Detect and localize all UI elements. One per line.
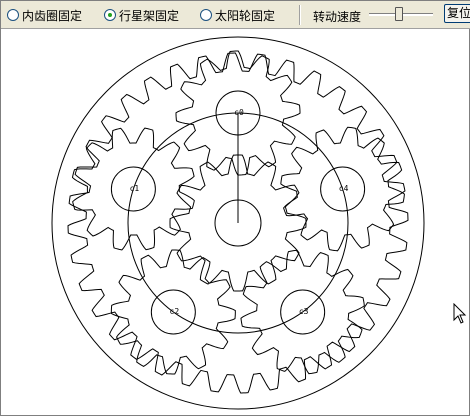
radio-carrier-fixed[interactable]: 行星架固定 [104, 8, 180, 23]
radio-carrier-fixed-label: 行星架固定 [119, 8, 180, 23]
gear-canvas: c0 c1 c4 c2 c3 [51, 36, 425, 410]
radio-ring-fixed-label: 内齿圈固定 [22, 8, 83, 23]
speed-slider[interactable] [369, 7, 433, 21]
app-window: 内齿圈固定 行星架固定 太阳轮固定 转动速度 复位 c0 c1 c4 c2 c3 [0, 0, 470, 416]
toolbar: 内齿圈固定 行星架固定 太阳轮固定 转动速度 复位 [1, 1, 470, 29]
radio-sun-fixed-label: 太阳轮固定 [215, 8, 276, 23]
reset-button[interactable]: 复位 [444, 4, 470, 23]
planet-label-c0: c0 [234, 108, 244, 117]
planet-label-c1: c1 [130, 184, 140, 193]
mouse-pointer-icon [453, 303, 467, 324]
planet-label-c4: c4 [339, 184, 349, 193]
toolbar-separator [299, 5, 301, 25]
radio-ring-fixed[interactable]: 内齿圈固定 [7, 8, 83, 23]
radio-sun-fixed[interactable]: 太阳轮固定 [200, 8, 276, 23]
planet-label-c2: c2 [170, 307, 180, 316]
radio-sun-fixed-circle[interactable] [200, 9, 212, 21]
speed-slider-thumb[interactable] [395, 7, 404, 21]
radio-ring-fixed-circle[interactable] [7, 9, 19, 21]
planet-label-c3: c3 [299, 307, 309, 316]
radio-carrier-fixed-circle[interactable] [104, 9, 116, 21]
speed-label: 转动速度 [313, 10, 362, 24]
